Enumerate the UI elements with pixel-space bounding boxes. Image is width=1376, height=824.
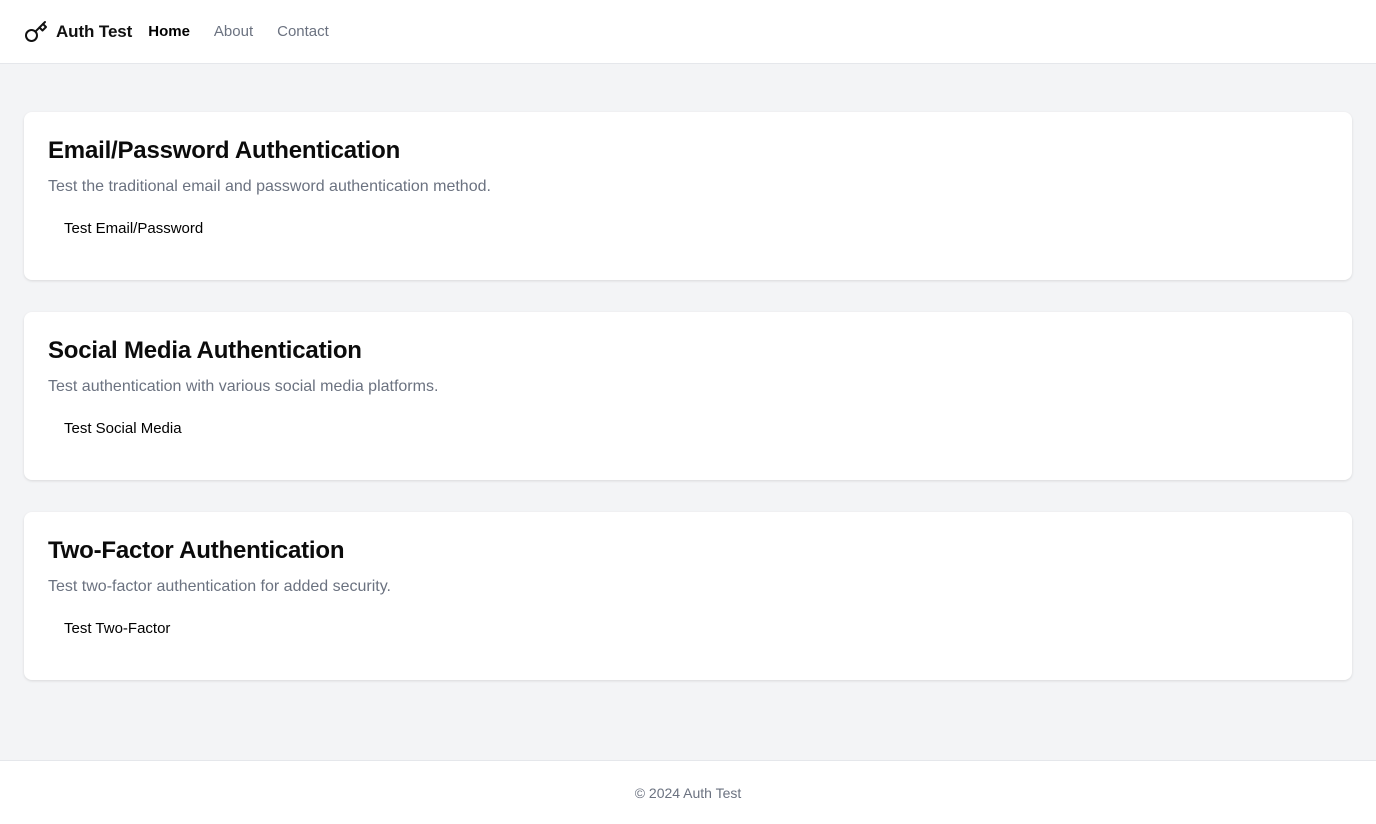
brand-name: Auth Test: [56, 21, 133, 41]
card-title: Email/Password Authentication: [48, 137, 401, 164]
card-title: Two-Factor Authentication: [48, 537, 345, 564]
two-factor-card: Two-Factor Authentication Test two-facto…: [24, 512, 1352, 680]
test-email-password-button[interactable]: Test Email/Password: [48, 212, 219, 245]
brand-link[interactable]: Auth Test: [24, 20, 132, 44]
card-description: Test the traditional email and password …: [48, 178, 491, 195]
card-title: Social Media Authentication: [48, 337, 362, 364]
social-media-card: Social Media Authentication Test authent…: [24, 312, 1352, 480]
key-icon: [24, 20, 48, 44]
copyright-text: © 2024 Auth Test: [634, 784, 742, 801]
top-nav-bar: Auth Test Home About Contact: [0, 0, 1376, 64]
nav-link-home[interactable]: Home: [148, 23, 190, 40]
email-password-card: Email/Password Authentication Test the t…: [24, 112, 1352, 280]
card-description: Test two-factor authentication for added…: [48, 578, 391, 595]
main-content: Email/Password Authentication Test the t…: [24, 112, 1352, 712]
test-social-media-button[interactable]: Test Social Media: [48, 412, 198, 445]
main-nav: Home About Contact: [148, 23, 329, 40]
page-footer: © 2024 Auth Test: [0, 760, 1376, 824]
nav-link-about[interactable]: About: [214, 23, 253, 40]
nav-link-contact[interactable]: Contact: [277, 23, 329, 40]
card-description: Test authentication with various social …: [48, 378, 439, 395]
test-two-factor-button[interactable]: Test Two-Factor: [48, 612, 186, 645]
